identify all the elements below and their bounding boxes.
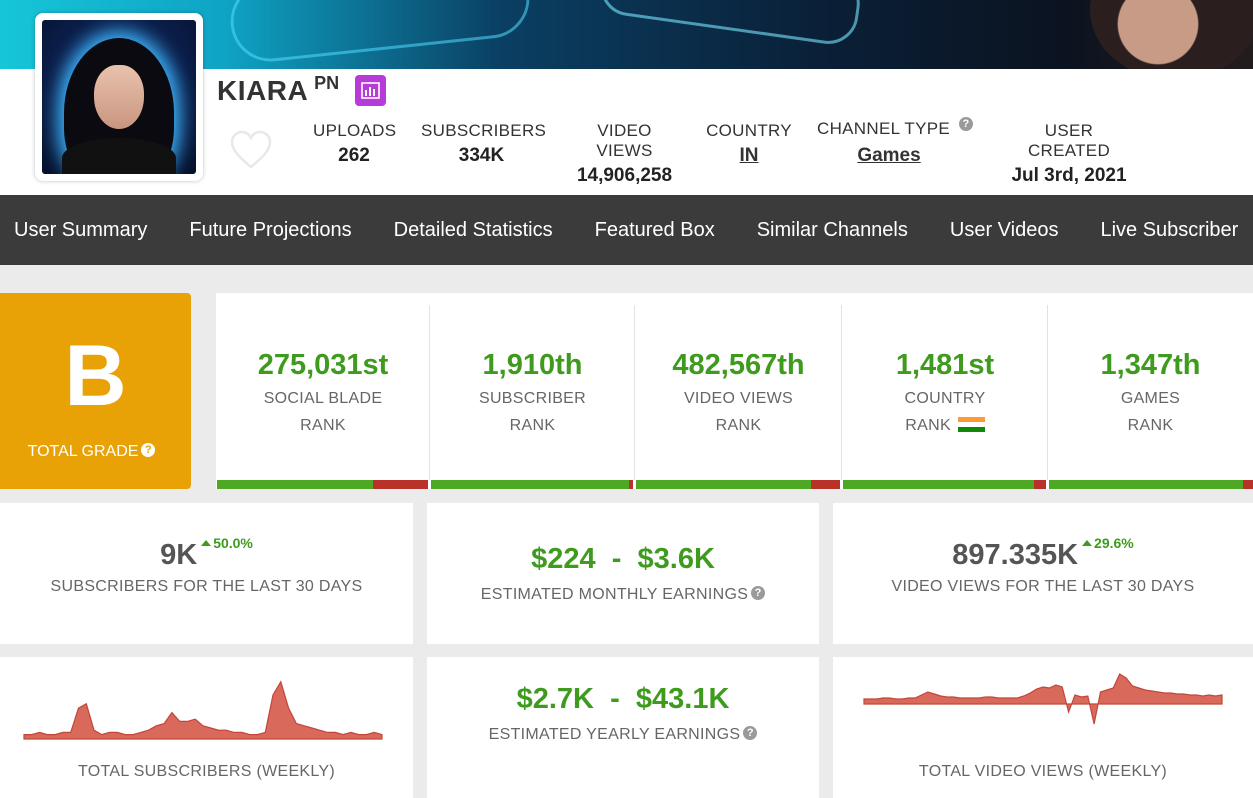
rank-value: 1,481st: [895, 349, 995, 381]
nav-live-subscriber[interactable]: Live Subscriber: [1079, 219, 1253, 242]
nav-user-videos[interactable]: User Videos: [929, 219, 1080, 242]
views-30-value: 897.335K: [952, 539, 1079, 571]
subs-weekly-caption: TOTAL SUBSCRIBERS (WEEKLY): [77, 763, 336, 780]
stat-user-created: USER CREATED Jul 3rd, 2021: [1004, 121, 1134, 187]
rank-progress-bar: [217, 480, 428, 489]
channel-name-suffix: PN: [314, 73, 340, 93]
india-flag-icon: [957, 416, 985, 432]
subs-weekly-card: TOTAL SUBSCRIBERS (WEEKLY): [0, 657, 413, 798]
monthly-dash: -: [611, 543, 622, 575]
rank-label: RANK: [715, 417, 762, 434]
rank-progress-bar: [1049, 480, 1253, 489]
rank-games: 1,347th GAMES RANK: [1048, 293, 1253, 489]
stat-value: 262: [338, 145, 370, 166]
rank-label: VIDEO VIEWS: [683, 390, 794, 407]
nav-featured-box[interactable]: Featured Box: [574, 219, 736, 242]
channel-avatar[interactable]: [35, 13, 203, 181]
nav-future-projections[interactable]: Future Projections: [168, 219, 372, 242]
stat-video-views: VIDEO VIEWS 14,906,258: [567, 121, 682, 187]
main-nav: User Summary Future Projections Detailed…: [0, 195, 1253, 265]
stat-value: 334K: [458, 145, 505, 166]
channel-name-row: KIARA PN: [217, 73, 340, 106]
grade-label: TOTAL GRADE: [27, 443, 139, 460]
subs-weekly-area: [23, 680, 383, 740]
stat-label: VIDEO VIEWS: [596, 121, 653, 160]
subs-30-value: 9K: [160, 539, 198, 571]
help-icon[interactable]: ?: [141, 443, 156, 457]
stat-label: USER CREATED: [1027, 121, 1111, 160]
favorite-heart-icon[interactable]: [229, 130, 273, 170]
rank-video-views: 482,567th VIDEO VIEWS RANK: [635, 293, 842, 489]
nav-detailed-statistics[interactable]: Detailed Statistics: [373, 219, 574, 242]
page-root: KIARA PN UPLOADS 262 SUBSCRIBERS 334K VI…: [0, 0, 1253, 798]
rank-subscriber: 1,910th SUBSCRIBER RANK: [430, 293, 635, 489]
help-icon[interactable]: ?: [959, 117, 974, 131]
stat-label: CHANNEL TYPE: [817, 119, 951, 138]
views-weekly-card: TOTAL VIDEO VIEWS (WEEKLY): [833, 657, 1253, 798]
rank-label: SUBSCRIBER: [478, 390, 587, 407]
stat-channel-type: CHANNEL TYPE ? Games: [817, 117, 981, 167]
rank-label: GAMES: [1120, 390, 1181, 407]
subs-30-days-card: 9K 50.0% SUBSCRIBERS FOR THE LAST 30 DAYS: [0, 503, 413, 644]
subs-30-change: 50.0%: [201, 535, 253, 551]
stat-label: UPLOADS: [313, 121, 397, 140]
stat-uploads: UPLOADS 262: [313, 121, 397, 167]
rank-label: RANK: [1127, 417, 1174, 434]
yearly-caption: ESTIMATED YEARLY EARNINGS: [488, 726, 741, 743]
country-link[interactable]: IN: [706, 145, 792, 167]
nav-user-summary[interactable]: User Summary: [0, 219, 168, 242]
rank-label: SOCIAL BLADE: [263, 390, 383, 407]
nav-similar-channels[interactable]: Similar Channels: [736, 219, 929, 242]
rank-value: 275,031st: [257, 349, 389, 381]
monthly-caption: ESTIMATED MONTHLY EARNINGS: [480, 586, 749, 603]
monthly-low: $224: [531, 543, 596, 575]
stat-country: COUNTRY IN: [706, 121, 792, 167]
rank-label: COUNTRY: [904, 390, 986, 407]
yearly-low: $2.7K: [516, 683, 594, 715]
grade-letter: B: [64, 328, 127, 424]
rank-label: RANK: [905, 417, 951, 434]
help-icon[interactable]: ?: [743, 726, 758, 740]
chart-badge-icon[interactable]: [355, 75, 386, 106]
rank-progress-bar: [431, 480, 633, 489]
subs-30-caption: SUBSCRIBERS FOR THE LAST 30 DAYS: [50, 578, 363, 595]
rank-label: RANK: [300, 417, 346, 434]
monthly-earnings-card: $224 - $3.6K ESTIMATED MONTHLY EARNINGS?: [427, 503, 819, 644]
rank-country: 1,481st COUNTRY RANK: [842, 293, 1048, 489]
monthly-high: $3.6K: [637, 543, 715, 575]
rank-value: 1,910th: [482, 349, 583, 381]
stat-label: SUBSCRIBERS: [421, 121, 547, 140]
channel-type-link[interactable]: Games: [797, 145, 981, 167]
yearly-earnings-card: $2.7K - $43.1K ESTIMATED YEARLY EARNINGS…: [427, 657, 819, 798]
rank-label: RANK: [509, 417, 556, 434]
rank-value: 1,347th: [1100, 349, 1201, 381]
total-grade-card: B TOTAL GRADE?: [0, 293, 191, 489]
channel-header: KIARA PN UPLOADS 262 SUBSCRIBERS 334K VI…: [0, 13, 1253, 195]
stat-subscribers: SUBSCRIBERS 334K: [421, 121, 547, 167]
rank-value: 482,567th: [672, 349, 805, 381]
ranks-panel: 275,031st SOCIAL BLADE RANK 1,910th SUBS…: [216, 293, 1253, 489]
views-30-days-card: 897.335K 29.6% VIDEO VIEWS FOR THE LAST 3…: [833, 503, 1253, 644]
yearly-dash: -: [610, 683, 620, 715]
rank-progress-bar: [636, 480, 840, 489]
stat-value: Jul 3rd, 2021: [1011, 165, 1127, 186]
stat-label: COUNTRY: [706, 121, 792, 140]
help-icon[interactable]: ?: [751, 586, 766, 600]
views-weekly-area: [863, 673, 1223, 725]
rank-progress-bar: [843, 480, 1046, 489]
arrow-up-icon: [201, 540, 212, 546]
views-30-change: 29.6%: [1082, 535, 1134, 551]
arrow-up-icon: [1082, 540, 1093, 546]
channel-name: KIARA: [217, 75, 309, 106]
stat-value: 14,906,258: [576, 165, 673, 186]
rank-social-blade: 275,031st SOCIAL BLADE RANK: [216, 293, 430, 489]
yearly-high: $43.1K: [635, 683, 730, 715]
views-weekly-caption: TOTAL VIDEO VIEWS (WEEKLY): [918, 763, 1168, 780]
views-30-caption: VIDEO VIEWS FOR THE LAST 30 DAYS: [891, 578, 1195, 595]
